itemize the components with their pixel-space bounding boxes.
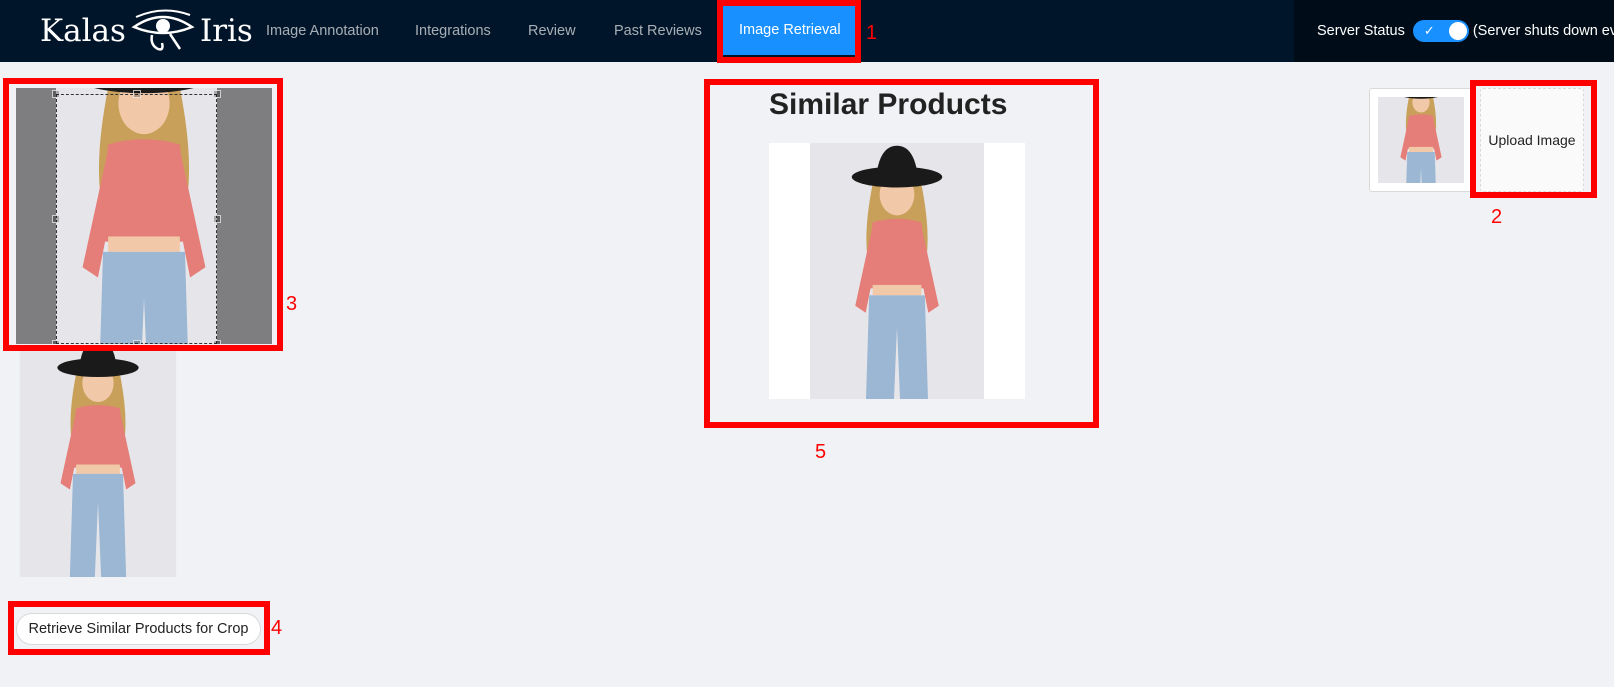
annotation-label-1: 1 (866, 22, 878, 44)
nav-past-reviews[interactable]: Past Reviews (614, 0, 702, 62)
nav-integrations[interactable]: Integrations (415, 0, 491, 62)
eye-of-horus-icon (130, 9, 196, 53)
annotation-label-2: 2 (1491, 206, 1503, 228)
highlight-box-5 (704, 79, 1099, 428)
nav-review[interactable]: Review (528, 0, 576, 62)
nav-image-annotation[interactable]: Image Annotation (266, 0, 379, 62)
server-status-note: (Server shuts down every night) (1472, 23, 1614, 39)
highlight-box-1 (717, 0, 861, 63)
server-status: Server Status ✓ (Server shuts down every… (1294, 0, 1614, 62)
toggle-knob (1448, 22, 1467, 40)
server-status-label: Server Status (1317, 23, 1405, 39)
highlight-box-4 (8, 601, 270, 655)
annotation-label-3: 3 (286, 293, 298, 315)
uploaded-thumbnail[interactable] (1369, 88, 1473, 192)
check-icon: ✓ (1423, 23, 1435, 38)
logo-text-right: Iris (199, 13, 253, 49)
server-status-toggle[interactable]: ✓ (1412, 20, 1469, 42)
annotation-label-4: 4 (271, 617, 283, 639)
highlight-box-2 (1470, 80, 1597, 198)
cropped-preview (16, 351, 180, 601)
highlight-box-3 (3, 78, 283, 351)
annotation-label-5: 5 (815, 441, 827, 463)
app-logo[interactable]: Kalas Iris (40, 8, 253, 54)
logo-text-left: Kalas (40, 13, 126, 49)
thumbnail-image (1378, 97, 1464, 183)
